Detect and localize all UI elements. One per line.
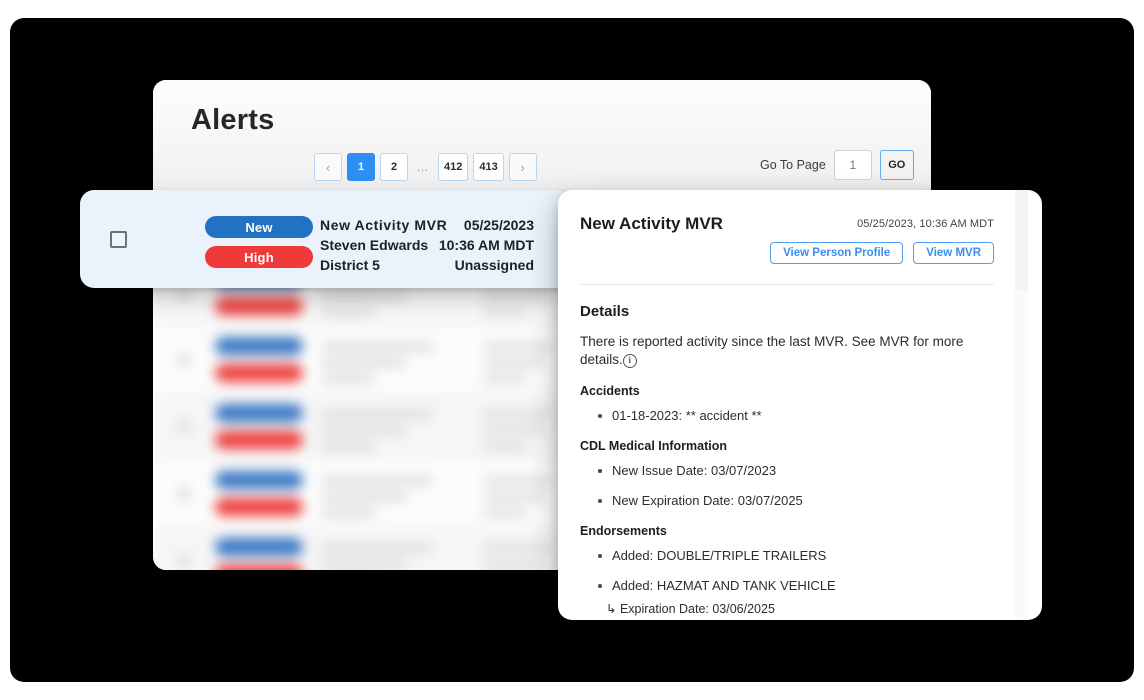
section-list-endorsements: Added: DOUBLE/TRIPLE TRAILERS Added: HAZ… [580, 547, 988, 618]
row-text [321, 477, 433, 525]
row-text [321, 410, 433, 458]
alert-row-meta: 05/25/2023 10:36 AM MDT Unassigned [439, 215, 534, 275]
alert-date: 05/25/2023 [463, 217, 534, 233]
row-badges [215, 471, 303, 516]
details-summary: There is reported activity since the las… [580, 333, 988, 369]
view-person-profile-button[interactable]: View Person Profile [770, 242, 904, 264]
section-heading-accidents: Accidents [580, 384, 640, 398]
detail-actions: View Person Profile View MVR [770, 242, 994, 264]
pagination-page-412[interactable]: 412 [438, 153, 469, 181]
go-to-page-label: Go To Page [760, 158, 826, 172]
row-priority-badge [215, 364, 303, 382]
list-item: Added: HAZMAT AND TANK VEHICLE ↳ Expirat… [598, 577, 988, 618]
alerts-window-header: Alerts ‹ 1 2 … 412 413 › Go To Page GO [153, 80, 931, 193]
list-item: New Expiration Date: 03/07/2025 [598, 492, 988, 509]
pagination-page-1[interactable]: 1 [347, 153, 375, 181]
row-text [321, 343, 433, 391]
info-circle-icon[interactable]: i [622, 354, 637, 368]
row-checkbox [177, 420, 191, 434]
row-dates [483, 544, 553, 570]
detail-timestamp: 05/25/2023, 10:36 AM MDT [857, 218, 994, 230]
section-heading-endorsements: Endorsements [580, 524, 667, 538]
row-priority-badge [215, 565, 303, 570]
alert-person: Steven Edwards [320, 237, 429, 253]
alert-district: District 5 [320, 257, 380, 273]
list-item-text: New Expiration Date: 03/07/2025 [612, 493, 803, 508]
pagination: ‹ 1 2 … 412 413 › [314, 153, 537, 181]
pagination-prev-button[interactable]: ‹ [314, 153, 342, 181]
row-priority-badge [215, 498, 303, 516]
alert-row-checkbox[interactable] [110, 231, 127, 248]
alert-type: New Activity MVR [320, 217, 448, 233]
highlighted-alert-row[interactable]: New High New Activity MVR Steven Edwards… [80, 190, 570, 288]
list-item-text: 01-18-2023: ** accident ** [612, 408, 762, 423]
list-item-subtext: ↳ Expiration Date: 03/06/2025 [606, 602, 775, 616]
go-to-page-input[interactable] [833, 150, 872, 180]
chevron-left-icon: ‹ [325, 159, 331, 175]
row-status-badge [215, 337, 303, 355]
details-summary-text: There is reported activity since the las… [580, 334, 964, 367]
alert-assignment: Unassigned [454, 257, 534, 273]
list-item-text: Added: DOUBLE/TRIPLE TRAILERS [612, 548, 827, 563]
go-to-page-group: Go To Page GO [760, 150, 914, 180]
row-checkbox [177, 487, 191, 501]
priority-badge: High [205, 246, 313, 268]
alert-row-summary: New Activity MVR Steven Edwards District… [320, 215, 447, 275]
row-status-badge [215, 538, 303, 556]
section-list-cdl-medical-information: New Issue Date: 03/07/2023 New Expiratio… [580, 462, 988, 509]
detail-title: New Activity MVR [580, 214, 723, 233]
pagination-page-2[interactable]: 2 [380, 153, 408, 181]
list-item-text: New Issue Date: 03/07/2023 [612, 463, 777, 478]
page-title: Alerts [191, 104, 275, 136]
alert-detail-panel: New Activity MVR 05/25/2023, 10:36 AM MD… [558, 190, 1042, 620]
row-checkbox [177, 554, 191, 568]
pagination-ellipsis: … [416, 160, 430, 174]
row-priority-badge [215, 297, 303, 315]
view-mvr-button[interactable]: View MVR [913, 242, 994, 264]
alert-row-badges: New High [205, 216, 313, 268]
row-status-badge [215, 471, 303, 489]
row-dates [483, 410, 553, 458]
go-button[interactable]: GO [879, 150, 914, 180]
section-list-accidents: 01-18-2023: ** accident ** [580, 407, 988, 424]
row-priority-badge [215, 431, 303, 449]
row-checkbox [177, 353, 191, 367]
pagination-next-button[interactable]: › [508, 153, 537, 181]
status-badge: New [205, 216, 313, 238]
chevron-right-icon: › [520, 159, 525, 175]
list-item: 01-18-2023: ** accident ** [598, 407, 988, 424]
details-heading: Details [580, 303, 630, 320]
detail-header: New Activity MVR 05/25/2023, 10:36 AM MD… [580, 210, 1008, 284]
row-status-badge [215, 404, 303, 422]
dark-stage-backdrop: Alerts ‹ 1 2 … 412 413 › Go To Page GO [10, 18, 1134, 682]
row-badges [215, 538, 303, 570]
list-item: Added: DOUBLE/TRIPLE TRAILERS [598, 547, 988, 564]
row-text [321, 544, 433, 570]
pagination-page-413[interactable]: 413 [473, 153, 504, 181]
section-heading-cdl-medical-information: CDL Medical Information [580, 439, 728, 453]
row-badges [215, 404, 303, 449]
row-dates [483, 477, 553, 525]
list-item: New Issue Date: 03/07/2023 [598, 462, 988, 479]
row-badges [215, 337, 303, 382]
row-dates [483, 343, 553, 391]
list-item-text: Added: HAZMAT AND TANK VEHICLE [612, 578, 836, 593]
alert-time: 10:36 AM MDT [438, 237, 534, 253]
detail-body: Details There is reported activity since… [580, 285, 1008, 618]
row-checkbox [177, 286, 191, 300]
